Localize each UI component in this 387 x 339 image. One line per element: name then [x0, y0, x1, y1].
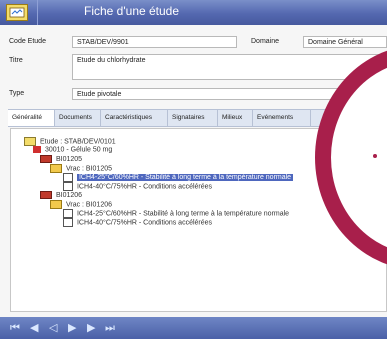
tab-generalite[interactable]: Généralité [8, 110, 55, 126]
tree-item-batch[interactable]: BI01205 [40, 155, 82, 163]
batch-node-icon [40, 191, 52, 199]
tree-item-label: BI01205 [55, 155, 83, 163]
tree-item-condition[interactable]: ICH4-40°C/75%HR - Conditions accélérées [63, 218, 212, 227]
title-label: Titre [9, 57, 23, 64]
study-window: Fiche d'une étude Code Etude STAB/DEV/99… [0, 0, 387, 339]
next-record-icon[interactable]: ▶ [68, 322, 76, 334]
last-record-icon[interactable]: ⏭ [105, 322, 115, 334]
tab-evenements[interactable]: Evénements [253, 110, 311, 126]
tab-documents[interactable]: Documents [55, 110, 101, 126]
tree-item-label: ICH4-40°C/75%HR - Conditions accélérées [76, 219, 213, 227]
navigation-bar: ⏮ ◀ ◁ ▶ ▶ ⏭ [0, 317, 387, 339]
tree-item-label: 30010 - Gélule 50 mg [44, 146, 113, 154]
condition-icon [63, 209, 73, 218]
tree-item-product[interactable]: 30010 - Gélule 50 mg [33, 146, 112, 153]
tab-milieux[interactable]: Milieux [218, 110, 253, 126]
domain-label: Domaine [251, 38, 280, 45]
tree-item-label: ICH4-25°C/60%HR - Stabilité à long terme… [76, 210, 290, 218]
study-icon [6, 4, 28, 21]
window-title: Fiche d'une étude [84, 4, 180, 18]
tab-signataires[interactable]: Signataires [168, 110, 218, 126]
tree-item-condition[interactable]: ICH4-25°C/60%HR - Stabilité à long terme… [63, 209, 289, 218]
domain-field[interactable]: Domaine Général [303, 36, 387, 48]
code-field[interactable]: STAB/DEV/9901 [72, 36, 237, 48]
condition-icon [63, 218, 73, 227]
tree-item-label: Vrac : BI01206 [65, 201, 112, 209]
study-node-icon [24, 137, 36, 146]
condition-icon [63, 173, 73, 182]
tree-item-label: Vrac : BI01205 [65, 165, 112, 173]
tree-item-batch[interactable]: BI01206 [40, 191, 82, 199]
tree-item-label: BI01206 [55, 191, 83, 199]
type-label: Type [9, 90, 25, 97]
first-record-icon[interactable]: ⏮ [10, 322, 20, 334]
previous-page-icon[interactable]: ◀ [30, 322, 38, 334]
tree-item-bulk[interactable]: Vrac : BI01206 [50, 200, 112, 209]
tree-item-condition[interactable]: ICH4-40°C/75%HR - Conditions accélérées [63, 182, 212, 191]
title-field[interactable]: Etude du chlorhydrate [72, 54, 387, 80]
condition-icon [63, 182, 73, 191]
tree-item-condition-selected[interactable]: ICH4-25°C/60%HR - Stabilité à long terme… [63, 173, 294, 182]
batch-node-icon [40, 155, 52, 163]
folder-icon [50, 164, 62, 173]
tree-item-study[interactable]: Etude : STAB/DEV/0101 [24, 137, 116, 146]
decorative-dot [373, 154, 377, 158]
title-separator [37, 0, 38, 25]
title-bar: Fiche d'une étude [0, 0, 387, 25]
tree-item-label: ICH4-40°C/75%HR - Conditions accélérées [76, 183, 213, 191]
previous-record-icon[interactable]: ◁ [49, 322, 57, 334]
tree-item-label: Etude : STAB/DEV/0101 [39, 138, 116, 146]
product-node-icon [33, 146, 41, 153]
tree-item-bulk[interactable]: Vrac : BI01205 [50, 164, 112, 173]
tree-item-label: ICH4-25°C/60%HR - Stabilité à long terme… [76, 174, 294, 182]
code-label: Code Etude [9, 38, 46, 45]
next-page-icon[interactable]: ▶ [87, 322, 95, 334]
tab-caracteristiques[interactable]: Caractéristiques [101, 110, 168, 126]
folder-icon [50, 200, 62, 209]
